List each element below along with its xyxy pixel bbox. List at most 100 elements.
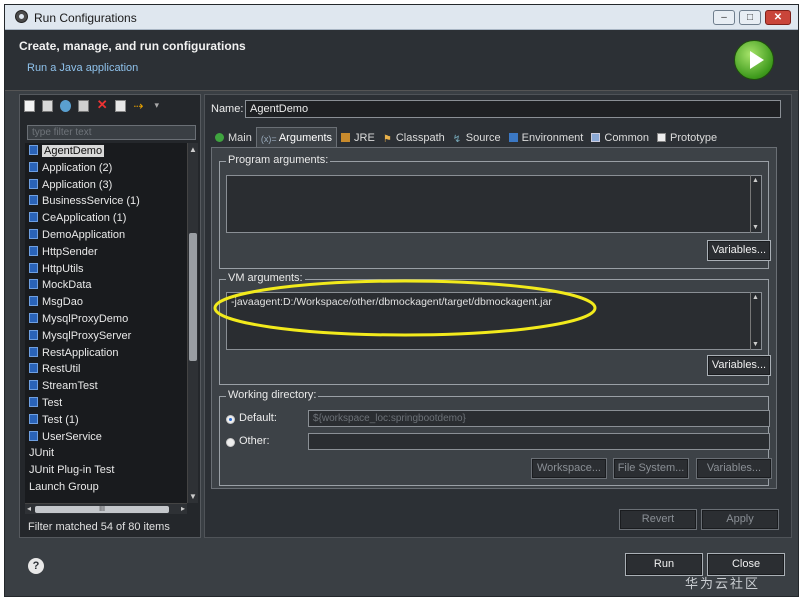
tree-item-label: Test (1) (42, 413, 79, 426)
java-app-icon (29, 195, 38, 206)
eclipse-icon (15, 10, 28, 23)
tab-label: Arguments (278, 132, 333, 144)
other-directory-field[interactable] (308, 433, 770, 450)
tree-item[interactable]: MysqlProxyServer (25, 328, 187, 345)
tree-item[interactable]: MockData (25, 277, 187, 294)
tree-item-label: RestApplication (42, 346, 119, 359)
main-icon (215, 133, 224, 142)
delete-config-icon[interactable]: ✕ (96, 98, 108, 113)
revert-button[interactable]: Revert (619, 509, 697, 530)
tree-item-label: MsgDao (42, 296, 83, 309)
close-window-button[interactable]: ✕ (765, 10, 791, 25)
tree-item-label: Launch Group (29, 480, 99, 493)
tree-vertical-scrollbar[interactable]: ▲ ▼ (187, 143, 198, 503)
new-config-icon[interactable] (24, 100, 35, 112)
tree-item[interactable]: UserService (25, 429, 187, 446)
tree-item-label: UserService (42, 430, 102, 443)
tree-item[interactable]: MsgDao (25, 294, 187, 311)
collapse-all-icon[interactable] (115, 100, 127, 112)
java-app-icon (29, 346, 38, 357)
tab-common[interactable]: Common (587, 128, 653, 148)
java-app-icon (29, 380, 38, 391)
tree-item[interactable]: Test (1) (25, 412, 187, 429)
tree-item[interactable]: Test (25, 395, 187, 412)
other-radio[interactable] (226, 438, 235, 447)
default-radio[interactable] (226, 415, 235, 424)
file-system-button[interactable]: File System... (613, 458, 689, 479)
tree-item[interactable]: DemoApplication (25, 227, 187, 244)
tree-item-label: AgentDemo (42, 145, 105, 157)
tab-prototype[interactable]: Prototype (653, 128, 721, 148)
tab-arguments[interactable]: (x)= Arguments (255, 127, 338, 148)
tree-item[interactable]: Application (2) (25, 160, 187, 177)
maximize-button[interactable]: □ (739, 10, 761, 25)
tree-item[interactable]: Launch Group (25, 479, 187, 496)
tree-item[interactable]: RestUtil (25, 361, 187, 378)
tree-item-label: CeApplication (1) (42, 212, 127, 225)
tree-item[interactable]: StreamTest (25, 378, 187, 395)
program-variables-button[interactable]: Variables... (707, 240, 771, 261)
vm-variables-button[interactable]: Variables... (707, 355, 771, 376)
tree-item-label: RestUtil (42, 363, 81, 376)
arguments-tab-content: Program arguments: ▲ ▼ Variables... VM ar… (211, 147, 777, 489)
scroll-left-icon[interactable]: ◂ (27, 504, 31, 513)
arguments-icon: (x)= (260, 134, 277, 144)
tree-item-label: HttpUtils (42, 262, 84, 275)
tree-item-label: JUnit Plug-in Test (29, 464, 115, 477)
jre-icon (341, 133, 351, 142)
tree-item[interactable]: CeApplication (1) (25, 210, 187, 227)
filter-icon[interactable]: ⇢ (133, 100, 147, 112)
tab-main[interactable]: Main (211, 128, 256, 148)
tree-item[interactable]: BusinessService (1) (25, 193, 187, 210)
java-app-icon (29, 145, 38, 155)
tree-item-label: StreamTest (42, 380, 98, 393)
working-directory-group: Working directory: Default: ${workspace_… (219, 389, 772, 486)
duplicate-config-icon[interactable] (42, 100, 54, 112)
title-bar: Run Configurations – □ ✕ (5, 5, 798, 30)
tab-classpath[interactable]: ⚑ Classpath (379, 128, 449, 148)
new-prototype-icon[interactable] (60, 100, 72, 112)
apply-button[interactable]: Apply (701, 509, 779, 530)
minimize-button[interactable]: – (713, 10, 735, 25)
chevron-down-icon[interactable]: ▾ (154, 100, 162, 112)
default-radio-label: Default: (239, 412, 277, 424)
tree-item-label: DemoApplication (42, 228, 126, 241)
scroll-down-icon[interactable]: ▼ (188, 492, 198, 501)
workspace-button[interactable]: Workspace... (531, 458, 607, 479)
tree-horizontal-scrollbar[interactable]: ◂ III ▸ (25, 503, 187, 514)
java-app-icon (29, 178, 38, 189)
tree-item[interactable]: AgentDemo (25, 143, 187, 160)
help-icon[interactable]: ? (28, 558, 44, 574)
tree-item[interactable]: MysqlProxyDemo (25, 311, 187, 328)
source-icon: ↯ (452, 134, 462, 145)
name-field[interactable]: AgentDemo (245, 100, 781, 118)
default-directory-field: ${workspace_loc:springbootdemo} (308, 410, 770, 427)
hscroll-thumb[interactable]: III (35, 506, 169, 513)
config-tabs: Main (x)= Arguments JRE ⚑ Classpath ↯ Source Env… (211, 127, 721, 148)
tab-source[interactable]: ↯ Source (449, 128, 505, 148)
java-app-icon (29, 396, 38, 407)
tree-item[interactable]: Application (3) (25, 177, 187, 194)
tree-item-label: Test (42, 396, 63, 409)
environment-icon (508, 133, 518, 142)
java-app-icon (29, 413, 38, 424)
watermark: 华为云社区 (685, 576, 761, 591)
tree-item[interactable]: JUnit (25, 445, 187, 462)
header-title: Create, manage, and run configurations (19, 39, 246, 53)
scroll-up-icon[interactable]: ▲ (188, 145, 198, 154)
tree-item[interactable]: HttpUtils (25, 261, 187, 278)
scroll-right-icon[interactable]: ▸ (181, 504, 185, 513)
tree-item[interactable]: JUnit Plug-in Test (25, 462, 187, 479)
tab-environment[interactable]: Environment (505, 128, 588, 148)
tab-label: Common (604, 132, 649, 144)
tab-jre[interactable]: JRE (337, 128, 379, 148)
scroll-thumb[interactable] (189, 233, 197, 361)
classpath-icon: ⚑ (382, 134, 392, 145)
filter-input[interactable]: type filter text (27, 125, 196, 140)
tree-item[interactable]: RestApplication (25, 345, 187, 362)
tree-item[interactable]: HttpSender (25, 244, 187, 261)
working-variables-button[interactable]: Variables... (696, 458, 772, 479)
header-subtitle: Run a Java application (27, 62, 139, 74)
program-arguments-scroll: ▲ ▼ (226, 175, 762, 233)
export-config-icon[interactable] (78, 100, 90, 112)
